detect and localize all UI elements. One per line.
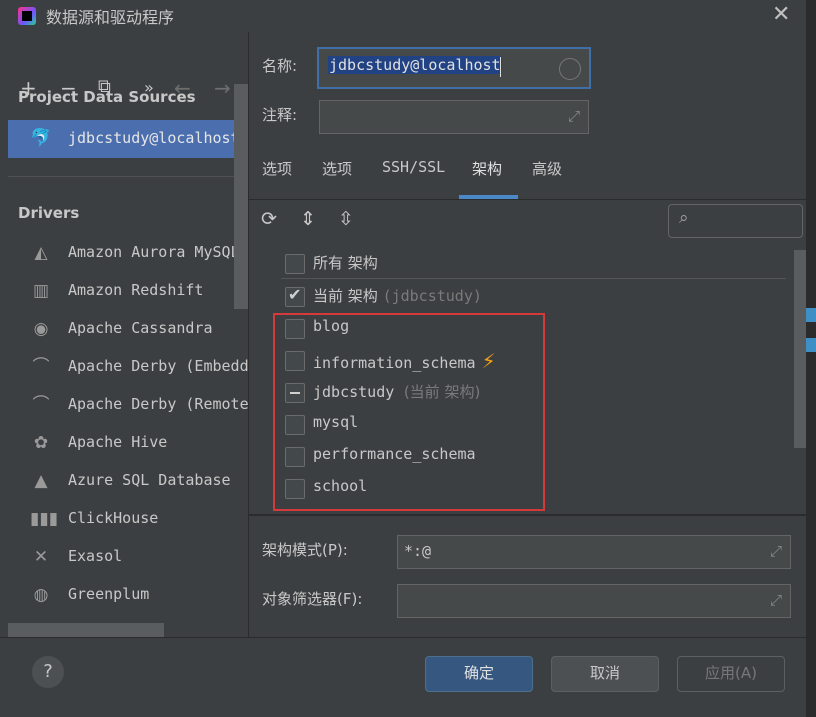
forward-icon[interactable]: → [214,76,231,100]
text-caret [500,57,501,77]
help-icon[interactable]: ? [32,656,64,688]
tree-row-hint: (jdbcstudy) [382,287,482,305]
data-source-label: jdbcstudy@localhost [68,129,240,147]
tabs-divider [249,199,806,200]
driver-item[interactable]: ✿ Apache Hive [8,424,240,462]
tab-schemas[interactable]: 架构 [472,158,502,179]
driver-label: Apache Derby (Embedd [68,357,248,375]
tab-advanced[interactable]: 高级 [532,158,562,179]
driver-item[interactable]: ▥ Amazon Redshift [8,272,240,310]
hat-icon: ⌒ [32,395,50,415]
highlight-box [273,313,545,511]
driver-label: ClickHouse [68,509,159,527]
search-input[interactable]: ⌕ [668,204,803,238]
title-bar: 数据源和驱动程序 ✕ [0,0,816,32]
driver-item[interactable]: ◍ Greenplum [8,576,240,614]
edge-marker [806,338,816,352]
edge-marker [806,308,816,322]
azure-icon: ▲ [34,471,48,491]
dolphin-icon: ◭ [34,243,48,263]
tab-options-2[interactable]: 选项 [322,158,352,179]
driver-item[interactable]: ⌒ Apache Derby (Embedd [8,348,249,386]
cancel-button[interactable]: 取消 [551,656,659,692]
driver-label: Amazon Redshift [68,281,204,299]
eye-icon: ◉ [33,319,49,339]
window-title: 数据源和驱动程序 [46,8,175,27]
driver-item[interactable]: ◉ Apache Cassandra [8,310,240,348]
color-circle-icon[interactable] [559,58,581,80]
tree-row-label: 所有 架构 [313,254,378,272]
tab-options[interactable]: 选项 [262,158,292,179]
data-source-item[interactable]: 🐬 jdbcstudy@localhost [8,120,240,158]
app-icon [18,7,36,25]
left-panel: + − ⧉ » ← → Project Data Sources 🐬 jdbcs… [8,32,248,637]
ok-button[interactable]: 确定 [425,656,533,692]
driver-label: Apache Derby (Remote [68,395,248,413]
expand-all-icon[interactable]: ⇕ [300,208,316,230]
tree-scrollbar[interactable] [794,250,806,448]
driver-item[interactable]: ✕ Exasol [8,538,240,576]
greenplum-icon: ◍ [33,585,49,605]
driver-label: Apache Hive [68,433,168,451]
schema-pattern-value: *:@ [404,542,432,560]
search-icon: ⌕ [679,208,689,228]
driver-label: Azure SQL Database [68,471,231,489]
bars-icon: ▮▮▮ [30,509,59,529]
drivers-title: Drivers [18,204,80,222]
schema-pattern-field[interactable]: *:@ ⤢ [397,535,791,569]
divider [8,176,240,177]
driver-item[interactable]: ◭ Amazon Aurora MySQL [8,234,240,272]
object-filter-field[interactable]: ⤢ [397,584,791,618]
schema-pattern-label: 架构模式(P): [262,541,348,559]
collapse-all-icon[interactable]: ⇳ [338,208,354,230]
driver-label: Greenplum [68,585,150,603]
driver-item[interactable]: ▮▮▮ ClickHouse [8,500,240,538]
close-icon[interactable]: ✕ [772,2,790,27]
tree-row-label: 当前 架构 [313,287,378,305]
redshift-icon: ▥ [32,281,50,301]
checkbox-checked[interactable] [285,285,305,307]
comment-label: 注释: [262,106,298,124]
name-value: jdbcstudy@localhost [328,56,502,74]
name-label: 名称: [262,57,298,75]
left-horizontal-scrollbar[interactable] [8,623,164,637]
x-icon: ✕ [33,547,49,567]
driver-item[interactable]: ⌒ Apache Derby (Remote [8,386,249,424]
tab-ssh-ssl[interactable]: SSH/SSL [382,158,445,176]
refresh-icon[interactable]: ⟳ [261,208,277,230]
left-scrollbar[interactable] [234,84,248,309]
driver-label: Apache Cassandra [68,319,213,337]
expand-icon[interactable]: ⤢ [568,107,580,125]
checkbox[interactable] [285,254,305,274]
bee-icon: ✿ [33,433,49,453]
expand-icon[interactable]: ⤢ [770,542,782,560]
apply-button[interactable]: 应用(A) [677,656,785,692]
driver-label: Amazon Aurora MySQL [68,243,240,261]
active-tab-indicator [459,195,518,199]
driver-label: Exasol [68,547,123,565]
object-filter-label: 对象筛选器(F): [262,590,363,608]
expand-icon[interactable]: ⤢ [770,591,782,609]
driver-item[interactable]: ▲ Azure SQL Database [8,462,240,500]
footer-divider [0,637,806,638]
divider [249,514,806,516]
hat-icon: ⌒ [32,357,50,377]
comment-field[interactable]: ⤢ [319,100,589,134]
name-field[interactable]: jdbcstudy@localhost [317,47,591,89]
mysql-dolphin-icon: 🐬 [30,128,52,148]
tree-separator [281,278,786,279]
background-window-edge [806,0,816,717]
project-data-sources-title: Project Data Sources [18,88,196,106]
